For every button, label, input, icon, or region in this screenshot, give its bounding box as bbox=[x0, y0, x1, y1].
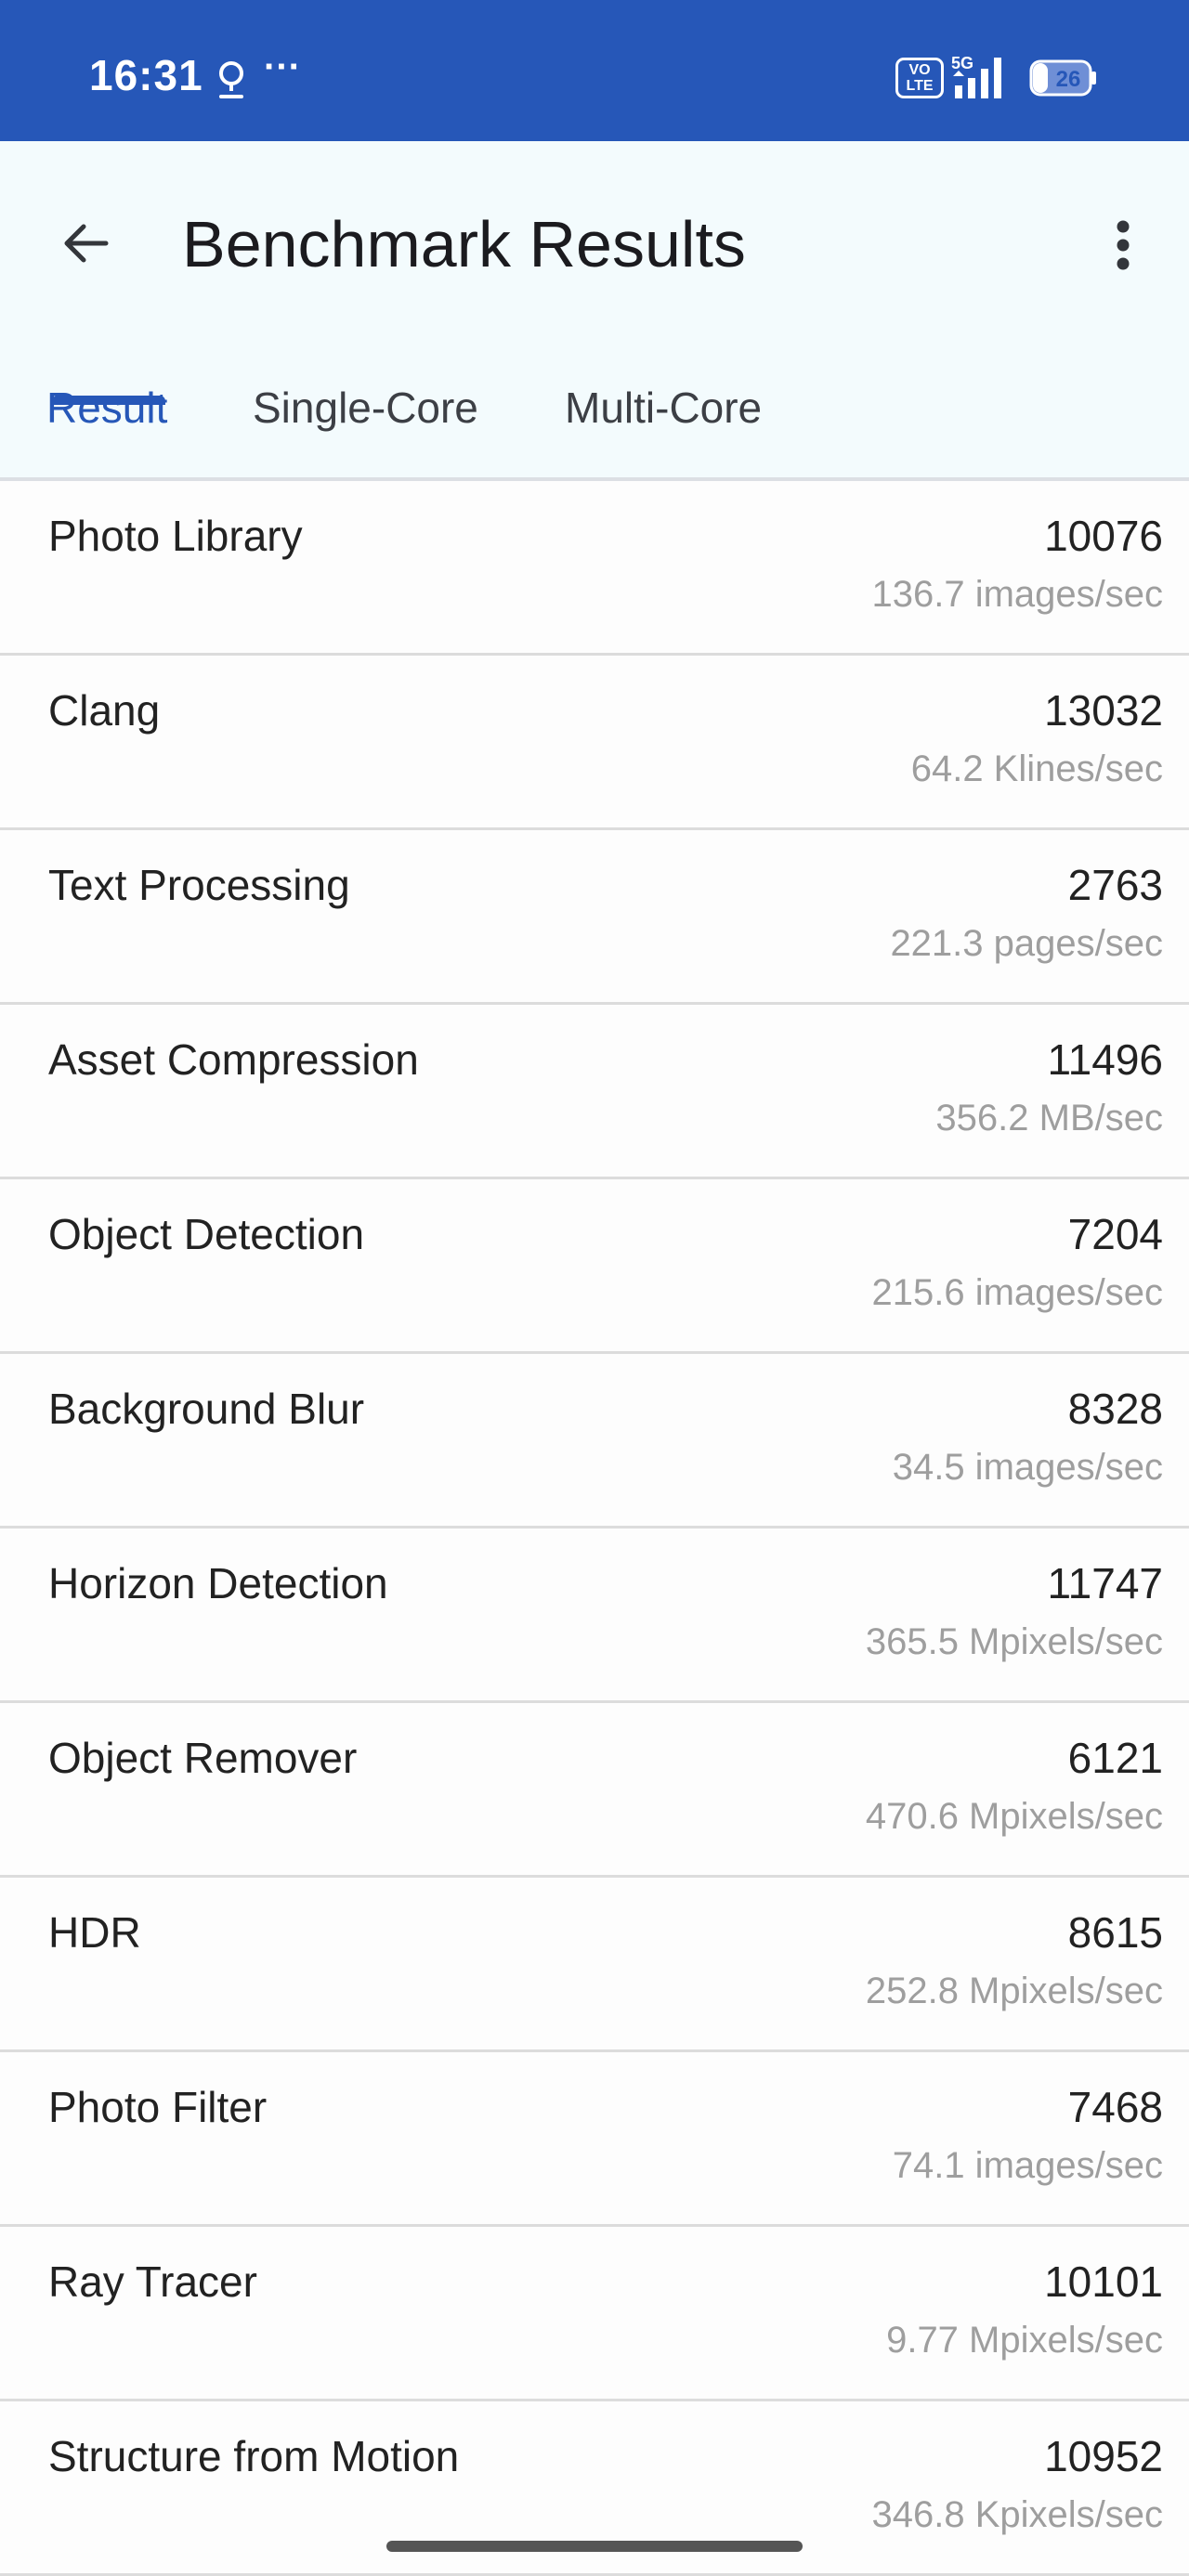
workload-score: 10101 bbox=[1044, 2257, 1163, 2306]
arrow-left-icon bbox=[64, 224, 109, 263]
workload-name: Object Detection bbox=[48, 1210, 365, 1258]
workload-name: Clang bbox=[48, 686, 161, 735]
list-item: Object Detection 7204 215.6 images/sec bbox=[0, 1179, 1189, 1354]
workload-rate: 64.2 Klines/sec bbox=[910, 748, 1163, 789]
more-options-button[interactable] bbox=[1100, 206, 1146, 284]
workload-score: 2763 bbox=[1067, 861, 1163, 909]
workload-rate: 74.1 images/sec bbox=[892, 2145, 1163, 2186]
list-item: Object Remover 6121 470.6 Mpixels/sec bbox=[0, 1703, 1189, 1878]
workload-score: 8615 bbox=[1067, 1908, 1163, 1957]
status-time: 16:31 bbox=[89, 51, 203, 99]
list-item: HDR 8615 252.8 Mpixels/sec bbox=[0, 1878, 1189, 2052]
tab-result[interactable]: Result bbox=[46, 357, 167, 481]
workload-rate: 9.77 Mpixels/sec bbox=[886, 2320, 1163, 2361]
workload-score: 10952 bbox=[1044, 2432, 1163, 2480]
workload-rate: 136.7 images/sec bbox=[871, 574, 1163, 615]
page-title: Benchmark Results bbox=[182, 208, 746, 280]
list-item: Clang 13032 64.2 Klines/sec bbox=[0, 656, 1189, 830]
workload-score: 10076 bbox=[1044, 512, 1163, 560]
workload-name: Structure from Motion bbox=[48, 2432, 460, 2480]
volte-line2: LTE bbox=[906, 78, 934, 94]
list-item: Background Blur 8328 34.5 images/sec bbox=[0, 1354, 1189, 1529]
list-item: Photo Library 10076 136.7 images/sec bbox=[0, 481, 1189, 656]
tab-bar: Result Single-Core Multi-Core bbox=[0, 357, 1189, 481]
tab-multi-core[interactable]: Multi-Core bbox=[565, 357, 762, 481]
workload-rate: 365.5 Mpixels/sec bbox=[865, 1621, 1163, 1662]
workload-rate: 346.8 Kpixels/sec bbox=[871, 2494, 1163, 2535]
workload-score: 8328 bbox=[1067, 1385, 1163, 1433]
list-item: Horizon Detection 11747 365.5 Mpixels/se… bbox=[0, 1529, 1189, 1703]
workload-rate: 356.2 MB/sec bbox=[935, 1098, 1163, 1138]
results-list[interactable]: Photo Library 10076 136.7 images/sec Cla… bbox=[0, 481, 1189, 2576]
workload-score: 11496 bbox=[1047, 1035, 1163, 1084]
workload-rate: 34.5 images/sec bbox=[892, 1447, 1163, 1488]
workload-name: Photo Library bbox=[48, 512, 303, 560]
list-item: Ray Tracer 10101 9.77 Mpixels/sec bbox=[0, 2227, 1189, 2401]
battery-level: 26 bbox=[1056, 67, 1081, 92]
workload-rate: 470.6 Mpixels/sec bbox=[865, 1796, 1163, 1837]
workload-name: Ray Tracer bbox=[48, 2257, 257, 2306]
workload-name: Photo Filter bbox=[48, 2083, 268, 2131]
workload-rate: 221.3 pages/sec bbox=[890, 923, 1163, 964]
workload-score: 13032 bbox=[1044, 686, 1163, 735]
workload-rate: 252.8 Mpixels/sec bbox=[865, 1971, 1163, 2011]
workload-name: Text Processing bbox=[48, 861, 350, 909]
workload-name: Object Remover bbox=[48, 1734, 358, 1782]
workload-name: Background Blur bbox=[48, 1385, 365, 1433]
tab-single-core[interactable]: Single-Core bbox=[253, 357, 478, 481]
workload-score: 7204 bbox=[1067, 1210, 1163, 1258]
list-item: Photo Filter 7468 74.1 images/sec bbox=[0, 2052, 1189, 2227]
svg-text:5G: 5G bbox=[951, 54, 973, 72]
more-notifications-icon: ··· bbox=[264, 46, 301, 87]
workload-name: HDR bbox=[48, 1908, 141, 1957]
workload-score: 6121 bbox=[1067, 1734, 1163, 1782]
app-bar: Benchmark Results Result Single-Core Mul… bbox=[0, 141, 1189, 481]
battery-icon: 26 bbox=[1029, 59, 1096, 97]
signal-5g-icon: 5G bbox=[951, 54, 1001, 98]
workload-score: 11747 bbox=[1047, 1559, 1163, 1607]
list-item: Asset Compression 11496 356.2 MB/sec bbox=[0, 1005, 1189, 1179]
status-bar: 16:31 ··· VO LTE 5G 26 bbox=[0, 0, 1189, 141]
active-tab-indicator bbox=[52, 396, 165, 405]
list-item: Text Processing 2763 221.3 pages/sec bbox=[0, 830, 1189, 1005]
more-vert-icon bbox=[1117, 220, 1130, 270]
workload-name: Asset Compression bbox=[48, 1035, 419, 1084]
location-icon bbox=[219, 61, 243, 98]
back-button[interactable] bbox=[46, 204, 124, 282]
home-indicator[interactable] bbox=[386, 2541, 803, 2552]
volte-line1: VO bbox=[908, 62, 931, 78]
workload-rate: 215.6 images/sec bbox=[871, 1272, 1163, 1313]
volte-icon: VO LTE bbox=[895, 58, 944, 98]
workload-score: 7468 bbox=[1067, 2083, 1163, 2131]
workload-name: Horizon Detection bbox=[48, 1559, 388, 1607]
